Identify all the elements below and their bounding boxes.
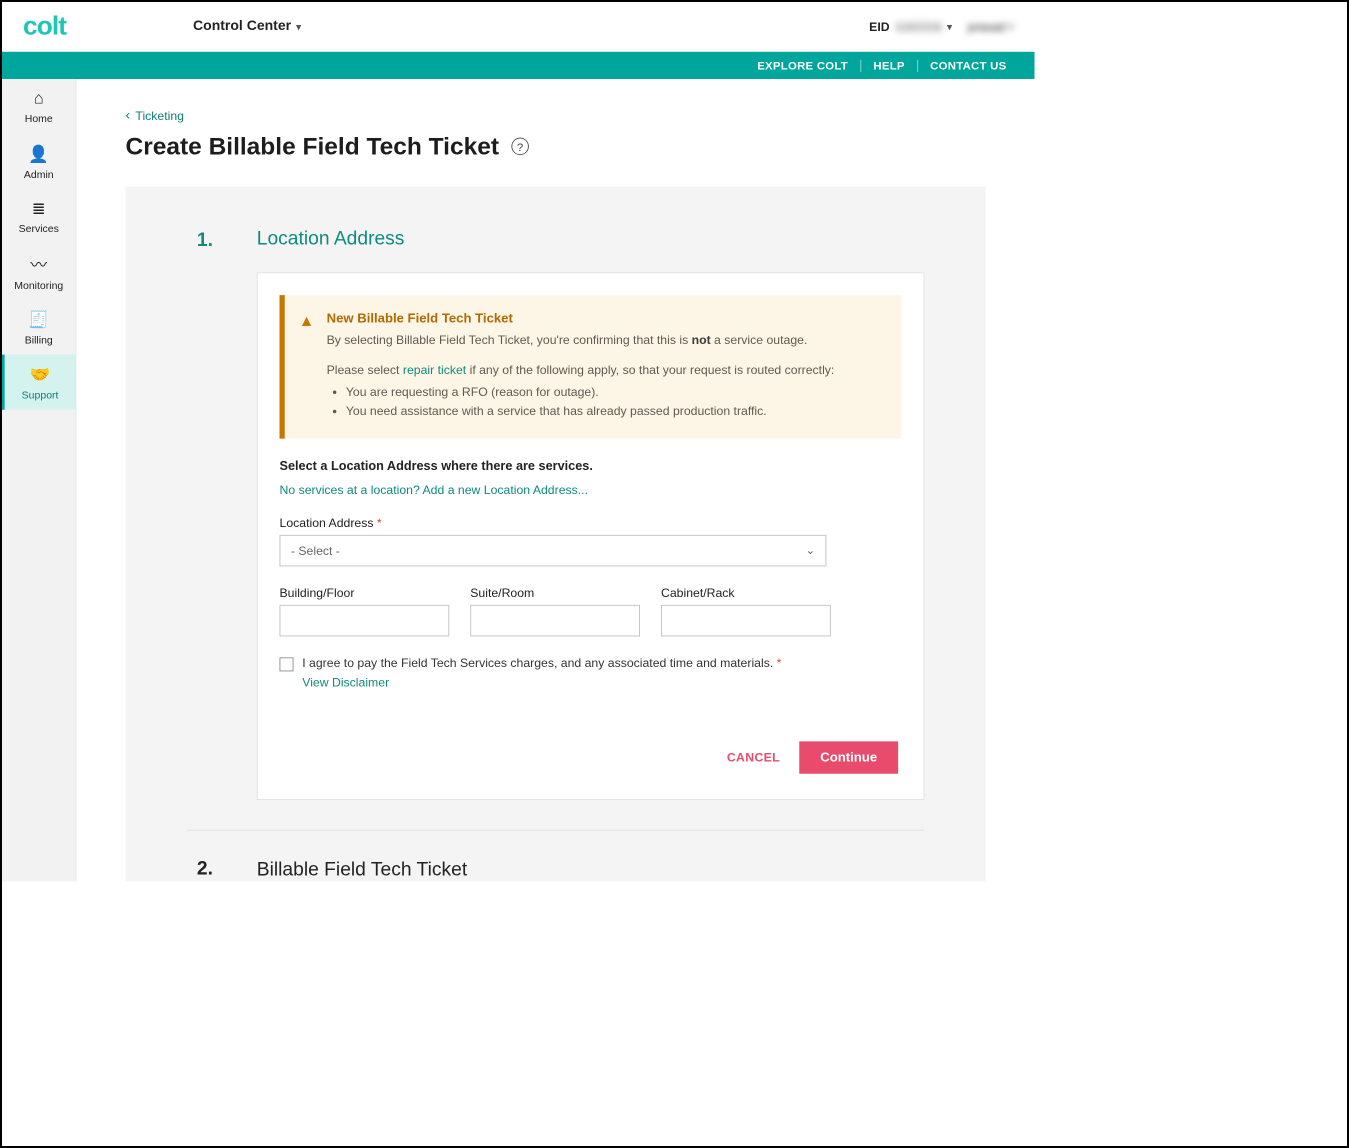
- step-number: 2.: [187, 855, 213, 881]
- sidebar-item-label: Monitoring: [14, 279, 63, 291]
- step-2-header: 2. Billable Field Tech TicketType: [187, 855, 925, 881]
- sidebar-item-support[interactable]: 🤝 Support: [2, 355, 76, 410]
- breadcrumb[interactable]: ‹ Ticketing: [125, 108, 985, 124]
- page-title: Create Billable Field Tech Ticket: [125, 132, 499, 160]
- view-disclaimer-link[interactable]: View Disclaimer: [302, 675, 781, 689]
- suite-room-label: Suite/Room: [470, 585, 640, 599]
- sidebar-item-label: Services: [19, 223, 59, 235]
- explore-link[interactable]: EXPLORE COLT: [745, 59, 860, 72]
- eid-label: EID: [869, 20, 889, 34]
- required-indicator: *: [377, 515, 382, 529]
- sidebar-item-billing[interactable]: 🧾 Billing: [2, 300, 76, 355]
- utility-bar: EXPLORE COLT HELP CONTACT US: [2, 52, 1035, 79]
- app-switcher-label: Control Center: [193, 19, 291, 35]
- app-switcher[interactable]: Control Center ▾: [193, 19, 301, 35]
- home-icon: ⌂: [34, 89, 44, 108]
- step-title: Billable Field Tech TicketType: [257, 855, 467, 881]
- sidebar-item-label: Home: [25, 112, 53, 124]
- eid-switcher[interactable]: EID 1162316 ▾: [869, 20, 952, 34]
- divider: [187, 830, 925, 831]
- chevron-down-icon: ▾: [947, 21, 952, 32]
- step-1-panel: ▲ New Billable Field Tech Ticket By sele…: [257, 272, 925, 799]
- step-number: 1.: [187, 227, 213, 252]
- cancel-button[interactable]: CANCEL: [727, 750, 780, 764]
- chevron-down-icon: ⌄: [805, 543, 815, 557]
- sidebar-item-label: Billing: [25, 333, 53, 345]
- warning-alert: ▲ New Billable Field Tech Ticket By sele…: [279, 295, 901, 438]
- sidebar-item-admin[interactable]: 👤 Admin: [2, 134, 76, 189]
- alert-bullet: You are requesting a RFO (reason for out…: [346, 383, 834, 402]
- help-link[interactable]: HELP: [861, 59, 917, 72]
- breadcrumb-label: Ticketing: [135, 109, 184, 123]
- required-indicator: *: [777, 655, 782, 669]
- form-wizard: 1. Location Address ▲ New Billable Field…: [125, 187, 985, 882]
- logo: colt: [23, 12, 66, 42]
- select-placeholder: - Select -: [291, 543, 340, 557]
- support-icon: 🤝: [30, 364, 51, 385]
- sidebar-item-label: Admin: [24, 168, 54, 180]
- user-name: prasad: [968, 20, 1005, 34]
- chevron-left-icon: ‹: [125, 108, 130, 124]
- continue-button[interactable]: Continue: [799, 741, 898, 773]
- chevron-down-icon: ▾: [296, 21, 301, 32]
- alert-text: By selecting Billable Field Tech Ticket,…: [326, 333, 691, 347]
- instruction-text: Select a Location Address where there ar…: [279, 459, 901, 473]
- admin-icon: 👤: [28, 143, 49, 164]
- cabinet-rack-label: Cabinet/Rack: [661, 585, 831, 599]
- alert-text: if any of the following apply, so that y…: [466, 362, 834, 376]
- step-1-header: 1. Location Address: [187, 227, 925, 252]
- alert-bullet: You need assistance with a service that …: [346, 402, 834, 421]
- warning-icon: ▲: [299, 311, 315, 421]
- sidebar-item-services[interactable]: ≣ Services: [2, 189, 76, 244]
- add-location-link[interactable]: No services at a location? Add a new Loc…: [279, 482, 901, 496]
- monitoring-icon: 〰: [30, 252, 47, 276]
- contact-link[interactable]: CONTACT US: [918, 59, 1019, 72]
- chevron-down-icon: ▾: [1009, 21, 1014, 32]
- alert-text: a service outage.: [711, 333, 808, 347]
- sidebar-item-home[interactable]: ⌂ Home: [2, 79, 76, 134]
- alert-text-bold: not: [691, 333, 710, 347]
- repair-ticket-link[interactable]: repair ticket: [403, 362, 466, 376]
- location-address-label: Location Address *: [279, 515, 901, 529]
- step-title: Location Address: [257, 227, 405, 252]
- alert-title: New Billable Field Tech Ticket: [326, 311, 834, 326]
- eid-value: 1162316: [895, 20, 942, 34]
- alert-body: By selecting Billable Field Tech Ticket,…: [326, 331, 834, 421]
- user-menu[interactable]: prasad ▾: [968, 20, 1014, 34]
- agree-charges-checkbox[interactable]: [279, 657, 293, 671]
- sidebar-item-monitoring[interactable]: 〰 Monitoring: [2, 244, 76, 299]
- sidebar-item-label: Support: [22, 388, 59, 400]
- alert-text: Please select: [326, 362, 402, 376]
- help-icon[interactable]: ?: [511, 138, 529, 156]
- services-icon: ≣: [32, 199, 46, 219]
- agree-charges-label: I agree to pay the Field Tech Services c…: [302, 655, 781, 669]
- cabinet-rack-input[interactable]: [661, 605, 831, 637]
- sidebar: ⌂ Home 👤 Admin ≣ Services 〰 Monitoring 🧾…: [2, 79, 76, 881]
- building-floor-label: Building/Floor: [279, 585, 449, 599]
- suite-room-input[interactable]: [470, 605, 640, 637]
- building-floor-input[interactable]: [279, 605, 449, 637]
- billing-icon: 🧾: [28, 309, 49, 330]
- main-content: ‹ Ticketing Create Billable Field Tech T…: [76, 79, 1034, 881]
- location-address-select[interactable]: - Select - ⌄: [279, 535, 826, 567]
- top-bar: colt Control Center ▾ EID 1162316 ▾ pras…: [2, 2, 1035, 52]
